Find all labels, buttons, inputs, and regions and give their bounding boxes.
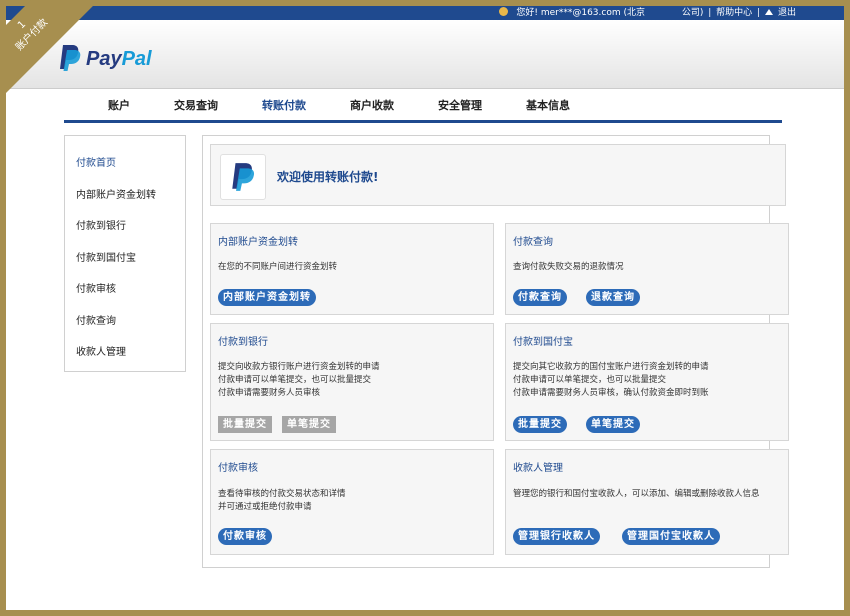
- sidebar: 付款首页 内部账户资金划转 付款到银行 付款到国付宝 付款审核 付款查询 收款人…: [64, 135, 186, 372]
- card-desc-line: 查看待审核的付款交易状态和详情: [218, 489, 346, 499]
- bank-single-submit-button[interactable]: 单笔提交: [282, 416, 336, 433]
- bank-batch-submit-button[interactable]: 批量提交: [218, 416, 272, 433]
- main-nav: 账户 交易查询 转账付款 商户收款 安全管理 基本信息: [64, 90, 782, 123]
- card-payee-management: 收款人管理 管理您的银行和国付宝收款人，可以添加、编辑或删除收款人信息 管理银行…: [505, 449, 789, 555]
- nav-item-basic-info[interactable]: 基本信息: [526, 97, 570, 113]
- card-title: 付款审核: [218, 463, 258, 474]
- screenshot-frame: 首页 您好! mer***@163.com (北京 公司) | 帮助中心 | 退…: [0, 0, 850, 616]
- card-internal-transfer: 内部账户资金划转 在您的不同账户间进行资金划转 内部账户资金划转: [210, 223, 494, 315]
- help-center-link[interactable]: 帮助中心: [716, 8, 752, 18]
- manage-bank-payee-button[interactable]: 管理银行收款人: [513, 528, 600, 545]
- card-title: 付款到银行: [218, 337, 268, 348]
- welcome-title: 欢迎使用转账付款!: [277, 170, 379, 184]
- user-info: 您好! mer***@163.com (北京 公司) | 帮助中心 | 退出: [497, 6, 796, 20]
- sidebar-item-payment-query[interactable]: 付款查询: [76, 312, 116, 327]
- sidebar-item-payment-audit[interactable]: 付款审核: [76, 280, 116, 295]
- greeting-text: 您好! mer***@163.com (北京: [516, 8, 645, 18]
- logout-icon[interactable]: [764, 9, 773, 15]
- nav-item-security[interactable]: 安全管理: [438, 97, 482, 113]
- top-bar: 首页 您好! mer***@163.com (北京 公司) | 帮助中心 | 退…: [6, 6, 844, 20]
- card-desc: 在您的不同账户间进行资金划转: [218, 262, 338, 272]
- header: PayPal: [6, 20, 844, 89]
- paypal-p-icon: [232, 163, 255, 191]
- manage-gfb-payee-button[interactable]: 管理国付宝收款人: [622, 528, 720, 545]
- sidebar-item-pay-to-gfb[interactable]: 付款到国付宝: [76, 249, 136, 264]
- payment-query-button[interactable]: 付款查询: [513, 289, 567, 306]
- card-desc-line: 付款申请需要财务人员审核，确认付款资金即时到账: [513, 388, 709, 398]
- nav-item-transfer-payment[interactable]: 转账付款: [262, 97, 306, 113]
- card-payment-audit: 付款审核 查看待审核的付款交易状态和详情 并可通过或拒绝付款申请 付款审核: [210, 449, 494, 555]
- sidebar-item-internal-transfer[interactable]: 内部账户资金划转: [76, 186, 156, 201]
- nav-item-merchant-collection[interactable]: 商户收款: [350, 97, 394, 113]
- card-pay-to-bank: 付款到银行 提交向收款方银行账户进行资金划转的申请 付款申请可以单笔提交，也可以…: [210, 323, 494, 441]
- separator: |: [708, 8, 712, 18]
- paypal-logo-tile: [220, 154, 266, 200]
- sidebar-item-payee-management[interactable]: 收款人管理: [76, 343, 126, 358]
- welcome-banner: 欢迎使用转账付款!: [210, 144, 786, 206]
- card-desc-line: 付款申请可以单笔提交，也可以批量提交: [218, 375, 372, 385]
- nav-item-account[interactable]: 账户: [108, 97, 130, 113]
- gfb-single-submit-button[interactable]: 单笔提交: [586, 416, 640, 433]
- card-desc-line: 付款申请需要财务人员审核: [218, 388, 321, 398]
- sidebar-item-pay-to-bank[interactable]: 付款到银行: [76, 217, 126, 232]
- card-payment-query: 付款查询 查询付款失败交易的退款情况 付款查询 退款查询: [505, 223, 789, 315]
- card-title: 收款人管理: [513, 463, 563, 474]
- payment-audit-button[interactable]: 付款审核: [218, 528, 272, 545]
- separator: |: [757, 8, 761, 18]
- paypal-wordmark: PayPal: [86, 48, 152, 70]
- refund-query-button[interactable]: 退款查询: [586, 289, 640, 306]
- card-title: 内部账户资金划转: [218, 237, 298, 248]
- card-desc-line: 提交向收款方银行账户进行资金划转的申请: [218, 362, 380, 372]
- card-title: 付款到国付宝: [513, 337, 573, 348]
- main-panel: 欢迎使用转账付款! 内部账户资金划转 在您的不同账户间进行资金划转 内部账户资金…: [202, 135, 789, 568]
- logout-link[interactable]: 退出: [778, 8, 796, 18]
- sidebar-item-payment-home[interactable]: 付款首页: [76, 154, 116, 169]
- card-desc-line: 提交向其它收款方的国付宝账户进行资金划转的申请: [513, 362, 709, 372]
- card-desc-line: 管理您的银行和国付宝收款人，可以添加、编辑或删除收款人信息: [513, 489, 760, 499]
- internal-transfer-button[interactable]: 内部账户资金划转: [218, 289, 316, 306]
- card-desc-line: 付款申请可以单笔提交，也可以批量提交: [513, 375, 667, 385]
- company-suffix: 公司): [681, 8, 704, 18]
- user-icon: [499, 7, 509, 16]
- paypal-p-icon: [60, 45, 81, 71]
- gfb-batch-submit-button[interactable]: 批量提交: [513, 416, 567, 433]
- card-desc-line: 并可通过或拒绝付款申请: [218, 502, 312, 512]
- card-desc: 查询付款失败交易的退款情况: [513, 262, 624, 272]
- nav-item-transaction-query[interactable]: 交易查询: [174, 97, 218, 113]
- card-pay-to-gfb: 付款到国付宝 提交向其它收款方的国付宝账户进行资金划转的申请 付款申请可以单笔提…: [505, 323, 789, 441]
- card-title: 付款查询: [513, 237, 553, 248]
